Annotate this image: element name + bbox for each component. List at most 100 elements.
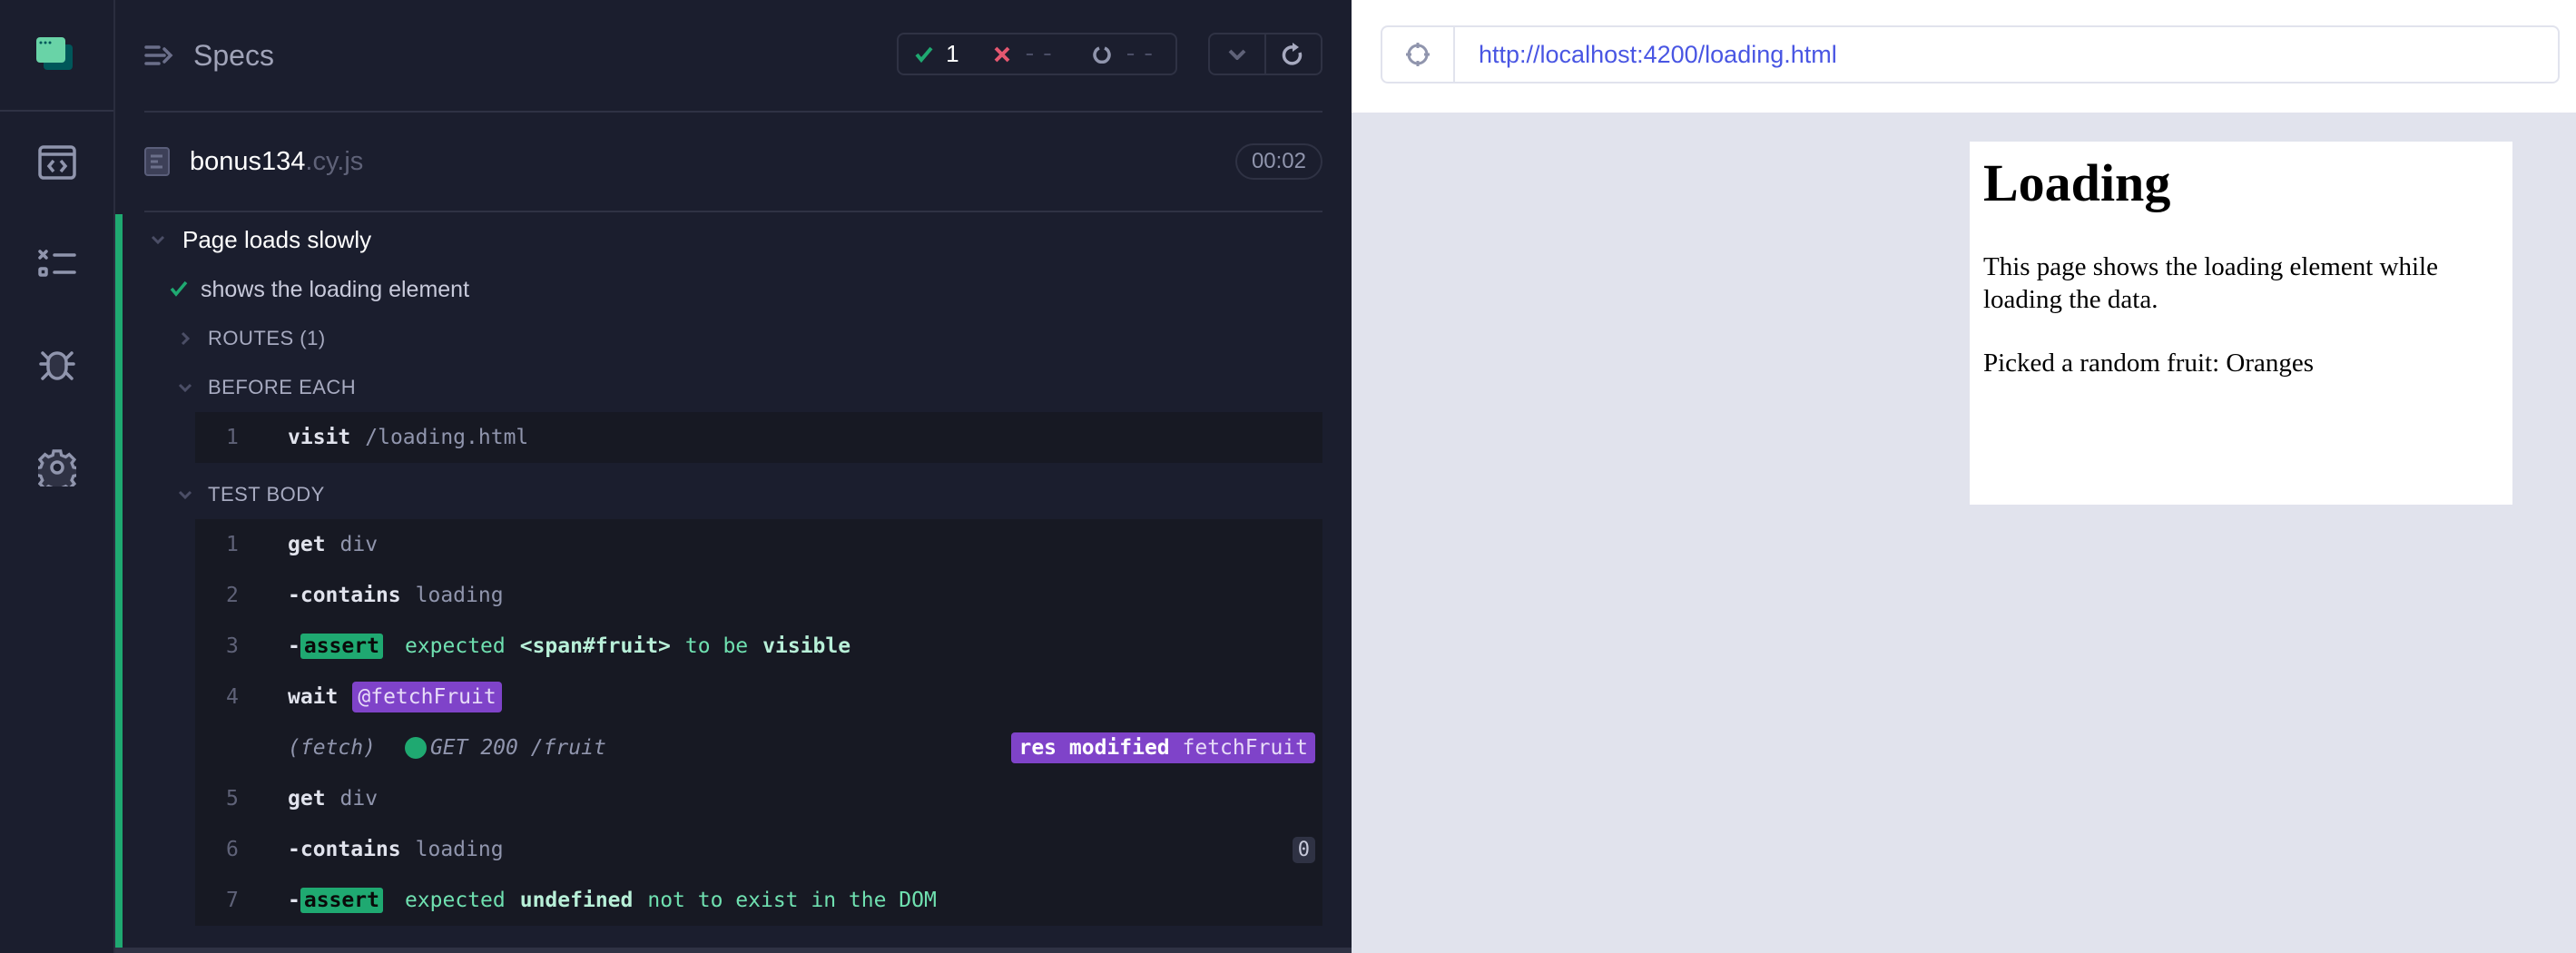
command-name: contains bbox=[300, 584, 401, 607]
page-heading: Loading bbox=[1983, 153, 2171, 212]
assert-badge: assert bbox=[300, 888, 383, 913]
app-logo[interactable] bbox=[0, 0, 113, 112]
side-nav bbox=[0, 0, 115, 953]
assert-text: not to exist in the DOM bbox=[647, 889, 937, 912]
route-badge: res modified fetchFruit bbox=[1011, 732, 1315, 763]
command-name: get bbox=[288, 533, 326, 556]
assert-text: expected bbox=[404, 889, 506, 912]
divider bbox=[115, 948, 1352, 953]
stat-failed: -- bbox=[994, 41, 1084, 68]
nav-item-specs[interactable] bbox=[0, 112, 113, 213]
command-number: 2 bbox=[226, 584, 239, 607]
command-number: 1 bbox=[226, 533, 239, 556]
routes-section[interactable]: ROUTES (1) bbox=[144, 314, 1322, 363]
cypress-logo-icon bbox=[35, 36, 73, 70]
child-dash: - bbox=[288, 838, 300, 861]
expand-collapse-button[interactable] bbox=[1210, 34, 1264, 74]
passed-count: 1 bbox=[946, 40, 959, 67]
test-stats: 1 -- -- bbox=[897, 33, 1177, 75]
command-number: 4 bbox=[226, 685, 239, 709]
request-summary: GET 200 /fruit bbox=[429, 736, 606, 760]
chevron-right-icon bbox=[172, 331, 199, 346]
failed-count: -- bbox=[1022, 40, 1058, 68]
command-name: get bbox=[288, 787, 326, 811]
command-number: 6 bbox=[226, 838, 239, 861]
check-icon bbox=[170, 277, 188, 303]
assert-text: expected bbox=[404, 634, 506, 658]
run-controls bbox=[1208, 33, 1322, 75]
chevron-down-icon bbox=[172, 490, 199, 499]
crosshair-icon bbox=[1406, 43, 1430, 66]
suite-title-row[interactable]: Page loads slowly bbox=[144, 214, 1322, 265]
request-type: (fetch) bbox=[288, 736, 376, 760]
test-body-label: TEST BODY bbox=[208, 483, 325, 506]
refresh-icon bbox=[1282, 42, 1303, 65]
element-count-badge: 0 bbox=[1292, 836, 1315, 863]
command-number: 7 bbox=[226, 889, 239, 912]
x-icon bbox=[994, 46, 1009, 62]
command-row[interactable]: 6 - contains loading 0 bbox=[195, 824, 1322, 875]
chevron-down-icon bbox=[172, 383, 199, 392]
rerun-button[interactable] bbox=[1264, 34, 1321, 74]
test-body-section[interactable]: TEST BODY bbox=[144, 470, 1322, 519]
specs-title[interactable]: Specs bbox=[193, 39, 274, 73]
route-badge-alias: fetchFruit bbox=[1182, 736, 1308, 760]
nav-item-debug[interactable] bbox=[0, 315, 113, 417]
page-description: This page shows the loading element whil… bbox=[1983, 251, 2438, 315]
gear-icon bbox=[37, 449, 76, 486]
before-each-commands: 1 visit /loading.html bbox=[195, 412, 1322, 463]
url-text[interactable]: http://localhost:4200/loading.html bbox=[1479, 41, 1837, 69]
test-title-row[interactable]: shows the loading element bbox=[144, 265, 1322, 314]
spec-file-name[interactable]: bonus134 bbox=[190, 147, 305, 177]
command-message: loading bbox=[415, 838, 504, 861]
command-row[interactable]: 1 visit /loading.html bbox=[195, 412, 1322, 463]
suite: Page loads slowly shows the loading elem… bbox=[144, 214, 1322, 926]
command-row[interactable]: 2 - contains loading bbox=[195, 570, 1322, 621]
command-message: div bbox=[339, 787, 379, 811]
reporter-panel: Specs 1 -- -- bonus134 .cy.js 00:02 Page… bbox=[115, 0, 1352, 953]
aut-toolbar: http://localhost:4200/loading.html bbox=[1352, 0, 2576, 113]
reporter-header: Specs 1 -- -- bbox=[144, 0, 1322, 113]
command-row[interactable]: 1 get div bbox=[195, 519, 1322, 570]
command-name: visit bbox=[288, 426, 351, 449]
url-bar: http://localhost:4200/loading.html bbox=[1381, 25, 2560, 84]
command-number: 3 bbox=[226, 634, 239, 658]
spec-file-ext: .cy.js bbox=[305, 146, 364, 176]
request-row[interactable]: (fetch) GET 200 /fruit res modified fetc… bbox=[195, 722, 1322, 773]
chevron-down-icon bbox=[144, 235, 172, 244]
test-body-commands: 1 get div 2 - contains loading 3 - asser… bbox=[195, 519, 1322, 926]
nav-item-settings[interactable] bbox=[0, 417, 113, 518]
before-each-label: BEFORE EACH bbox=[208, 376, 357, 398]
command-name: wait bbox=[288, 685, 339, 709]
command-message: /loading.html bbox=[365, 426, 529, 449]
command-message: loading bbox=[415, 584, 504, 607]
stat-passed: 1 bbox=[915, 40, 984, 68]
selector-playground-button[interactable] bbox=[1382, 27, 1455, 82]
status-dot-icon bbox=[404, 737, 427, 759]
specs-list-icon[interactable] bbox=[144, 44, 173, 66]
assert-badge: assert bbox=[300, 634, 383, 659]
spec-file-row: bonus134 .cy.js 00:02 bbox=[144, 113, 1322, 212]
aut-iframe: Loading This page shows the loading elem… bbox=[1970, 142, 2512, 505]
assert-subject: <span#fruit> bbox=[519, 634, 671, 658]
fruit-text: Picked a random fruit: Oranges bbox=[1983, 349, 2315, 378]
command-row[interactable]: 5 get div bbox=[195, 773, 1322, 824]
pending-count: -- bbox=[1123, 40, 1159, 68]
before-each-section[interactable]: BEFORE EACH bbox=[144, 363, 1322, 412]
nav-item-runs[interactable] bbox=[0, 213, 113, 315]
command-message: div bbox=[339, 533, 379, 556]
routes-label: ROUTES (1) bbox=[208, 327, 326, 349]
checklist-icon bbox=[37, 250, 76, 277]
assert-text: to be bbox=[684, 634, 749, 658]
stat-pending: -- bbox=[1093, 41, 1159, 68]
suite-pass-indicator bbox=[115, 214, 123, 948]
suite-title: Page loads slowly bbox=[182, 225, 372, 253]
command-row[interactable]: 3 - assert expected <span#fruit> to be v… bbox=[195, 621, 1322, 672]
child-dash: - bbox=[288, 889, 300, 912]
code-window-icon bbox=[37, 145, 76, 180]
check-icon bbox=[915, 46, 933, 63]
bug-icon bbox=[38, 351, 75, 380]
test-title: shows the loading element bbox=[201, 276, 470, 302]
command-row[interactable]: 7 - assert expected undefined not to exi… bbox=[195, 875, 1322, 926]
command-row[interactable]: 4 wait @fetchFruit bbox=[195, 672, 1322, 722]
